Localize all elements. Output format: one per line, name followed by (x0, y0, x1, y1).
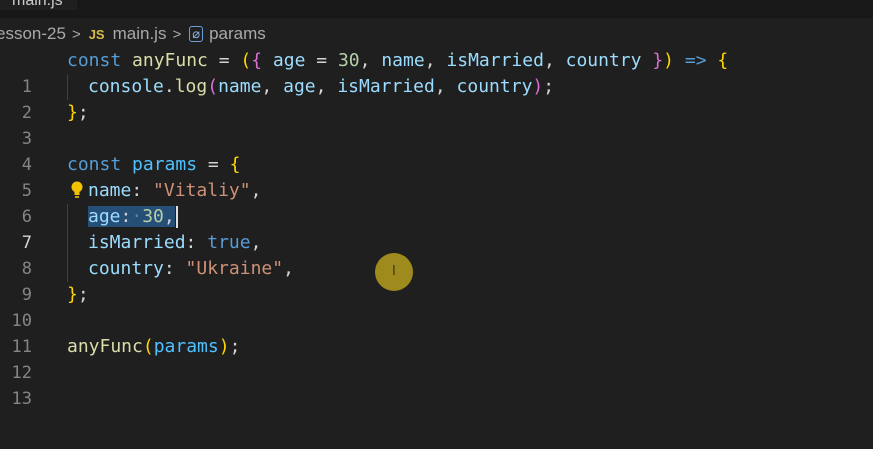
tab-bar: main.js (0, 0, 873, 18)
code-line[interactable]: 5 const params = { (0, 152, 873, 201)
breadcrumb-symbol[interactable]: params (209, 24, 266, 44)
line-content: }; (67, 102, 89, 123)
code-line[interactable]: 6 name: "Vitaliy", (0, 178, 873, 227)
js-file-icon: JS (88, 26, 105, 42)
chevron-right-icon: > (71, 25, 81, 43)
indent-guide (67, 74, 68, 100)
line-number: 13 (11, 389, 32, 409)
tab-main-js[interactable]: main.js (0, 0, 77, 10)
text-cursor (175, 206, 178, 228)
code-line[interactable]: 9 country: "Ukraine", (0, 256, 873, 305)
lightbulb-icon[interactable] (71, 181, 83, 201)
line-content: anyFunc(params); (67, 336, 241, 357)
line-content: const anyFunc = ({ age = 30, name, isMar… (67, 50, 729, 71)
code-line[interactable]: 10 }; (0, 282, 873, 331)
code-line[interactable]: 12 anyFunc(params); (0, 334, 873, 383)
indent-guide (67, 204, 68, 230)
code-line[interactable]: 8 isMarried: true, (0, 230, 873, 279)
line-content: }; (67, 284, 89, 305)
code-line[interactable]: 11 (0, 308, 873, 357)
indent-guide (67, 230, 68, 256)
code-line[interactable]: 4 (0, 126, 873, 175)
code-line[interactable]: 2 console.log(name, age, isMarried, coun… (0, 74, 873, 123)
line-content: console.log(name, age, isMarried, countr… (88, 76, 555, 97)
breadcrumb: esson-25 > JS main.js > ⌀ params (0, 21, 873, 47)
code-line[interactable]: 1 const anyFunc = ({ age = 30, name, isM… (0, 48, 873, 97)
line-content: name: "Vitaliy", (88, 180, 262, 201)
line-content: isMarried: true, (88, 232, 262, 253)
code-line[interactable]: 3 }; (0, 100, 873, 149)
tab-label: main.js (12, 0, 63, 9)
breadcrumb-file[interactable]: main.js (113, 24, 167, 44)
indent-guide (67, 256, 68, 282)
code-editor[interactable]: 1 const anyFunc = ({ age = 30, name, isM… (0, 48, 873, 449)
text-selection: age:·30, (88, 206, 175, 227)
line-content: country: "Ukraine", (88, 258, 294, 279)
breadcrumb-folder[interactable]: esson-25 (0, 24, 66, 44)
variable-symbol-icon: ⌀ (189, 26, 204, 42)
chevron-right-icon: > (172, 25, 182, 43)
line-content: const params = { (67, 154, 241, 175)
line-content: age:·30, (88, 204, 178, 230)
ibeam-cursor-icon: I (392, 264, 396, 279)
code-line[interactable]: 13 (0, 360, 873, 409)
code-line[interactable]: 7 age:·30, (0, 204, 873, 253)
